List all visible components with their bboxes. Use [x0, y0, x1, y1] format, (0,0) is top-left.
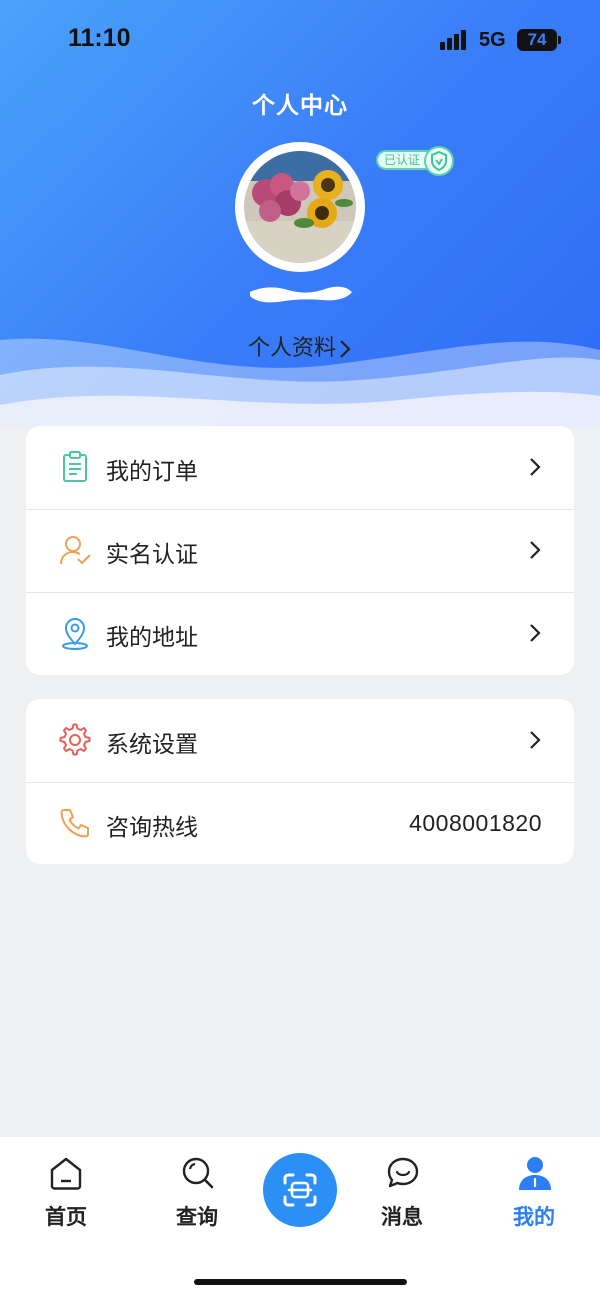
verified-badge: 已认证 [376, 146, 456, 176]
menu-item-label: 我的订单 [106, 459, 198, 485]
menu-item-real-name-verification[interactable]: 实名认证 [26, 509, 574, 592]
network-label: 5G [479, 29, 506, 51]
bottom-nav: 首页 查询 消息 我的 [0, 1137, 600, 1299]
chevron-right-icon [530, 458, 541, 476]
battery-cap [558, 36, 561, 44]
location-pin-icon [62, 618, 88, 650]
profile-link[interactable]: 个人资料 [0, 330, 600, 362]
avatar[interactable] [244, 151, 356, 263]
nav-message[interactable]: 消息 [357, 1155, 447, 1235]
person-icon [519, 1157, 551, 1190]
profile-header: 11:10 5G 74 个人中心 已认证 个人资料 [0, 0, 600, 428]
home-icon [50, 1157, 82, 1190]
menu-item-label: 咨询热线 [106, 815, 198, 841]
nav-label: 消息 [381, 1205, 423, 1229]
signal-icon [440, 30, 466, 50]
status-time: 11:10 [68, 24, 131, 52]
menu-item-label: 我的地址 [106, 625, 198, 651]
page-title: 个人中心 [252, 93, 348, 119]
home-indicator [194, 1279, 407, 1285]
chevron-right-icon [530, 541, 541, 559]
chevron-right-icon [530, 624, 541, 642]
phone-icon [60, 809, 89, 838]
user-check-icon [60, 536, 91, 565]
nav-label: 首页 [45, 1205, 87, 1229]
scan-icon [283, 1173, 317, 1207]
clipboard-icon [63, 451, 87, 482]
menu-card-primary: 我的订单 实名认证 我的地址 [26, 426, 574, 675]
chat-icon [387, 1157, 419, 1188]
nav-scan-button[interactable] [263, 1153, 337, 1227]
gear-icon [59, 723, 91, 756]
chevron-right-icon [340, 340, 351, 358]
username-redacted [250, 286, 352, 303]
menu-item-label: 系统设置 [106, 732, 198, 758]
nav-label: 我的 [513, 1205, 555, 1229]
menu-item-my-address[interactable]: 我的地址 [26, 592, 574, 675]
menu-item-system-settings[interactable]: 系统设置 [26, 699, 574, 782]
shield-check-icon [424, 146, 454, 176]
hotline-number[interactable]: 4008001820 [409, 810, 542, 837]
menu-card-secondary: 系统设置 咨询热线 4008001820 [26, 699, 574, 864]
avatar-photo [244, 151, 356, 263]
nav-home[interactable]: 首页 [21, 1155, 111, 1235]
nav-label: 查询 [176, 1205, 218, 1229]
search-icon [182, 1157, 214, 1189]
nav-query[interactable]: 查询 [152, 1155, 242, 1235]
menu-item-hotline[interactable]: 咨询热线 4008001820 [26, 782, 574, 864]
chevron-right-icon [530, 731, 541, 749]
profile-link-label: 个人资料 [247, 336, 336, 361]
menu-item-label: 实名认证 [106, 542, 198, 568]
status-bar: 11:10 5G 74 [0, 0, 600, 80]
menu-item-orders[interactable]: 我的订单 [26, 426, 574, 509]
nav-mine[interactable]: 我的 [489, 1155, 579, 1235]
battery-indicator: 74 [517, 29, 557, 51]
